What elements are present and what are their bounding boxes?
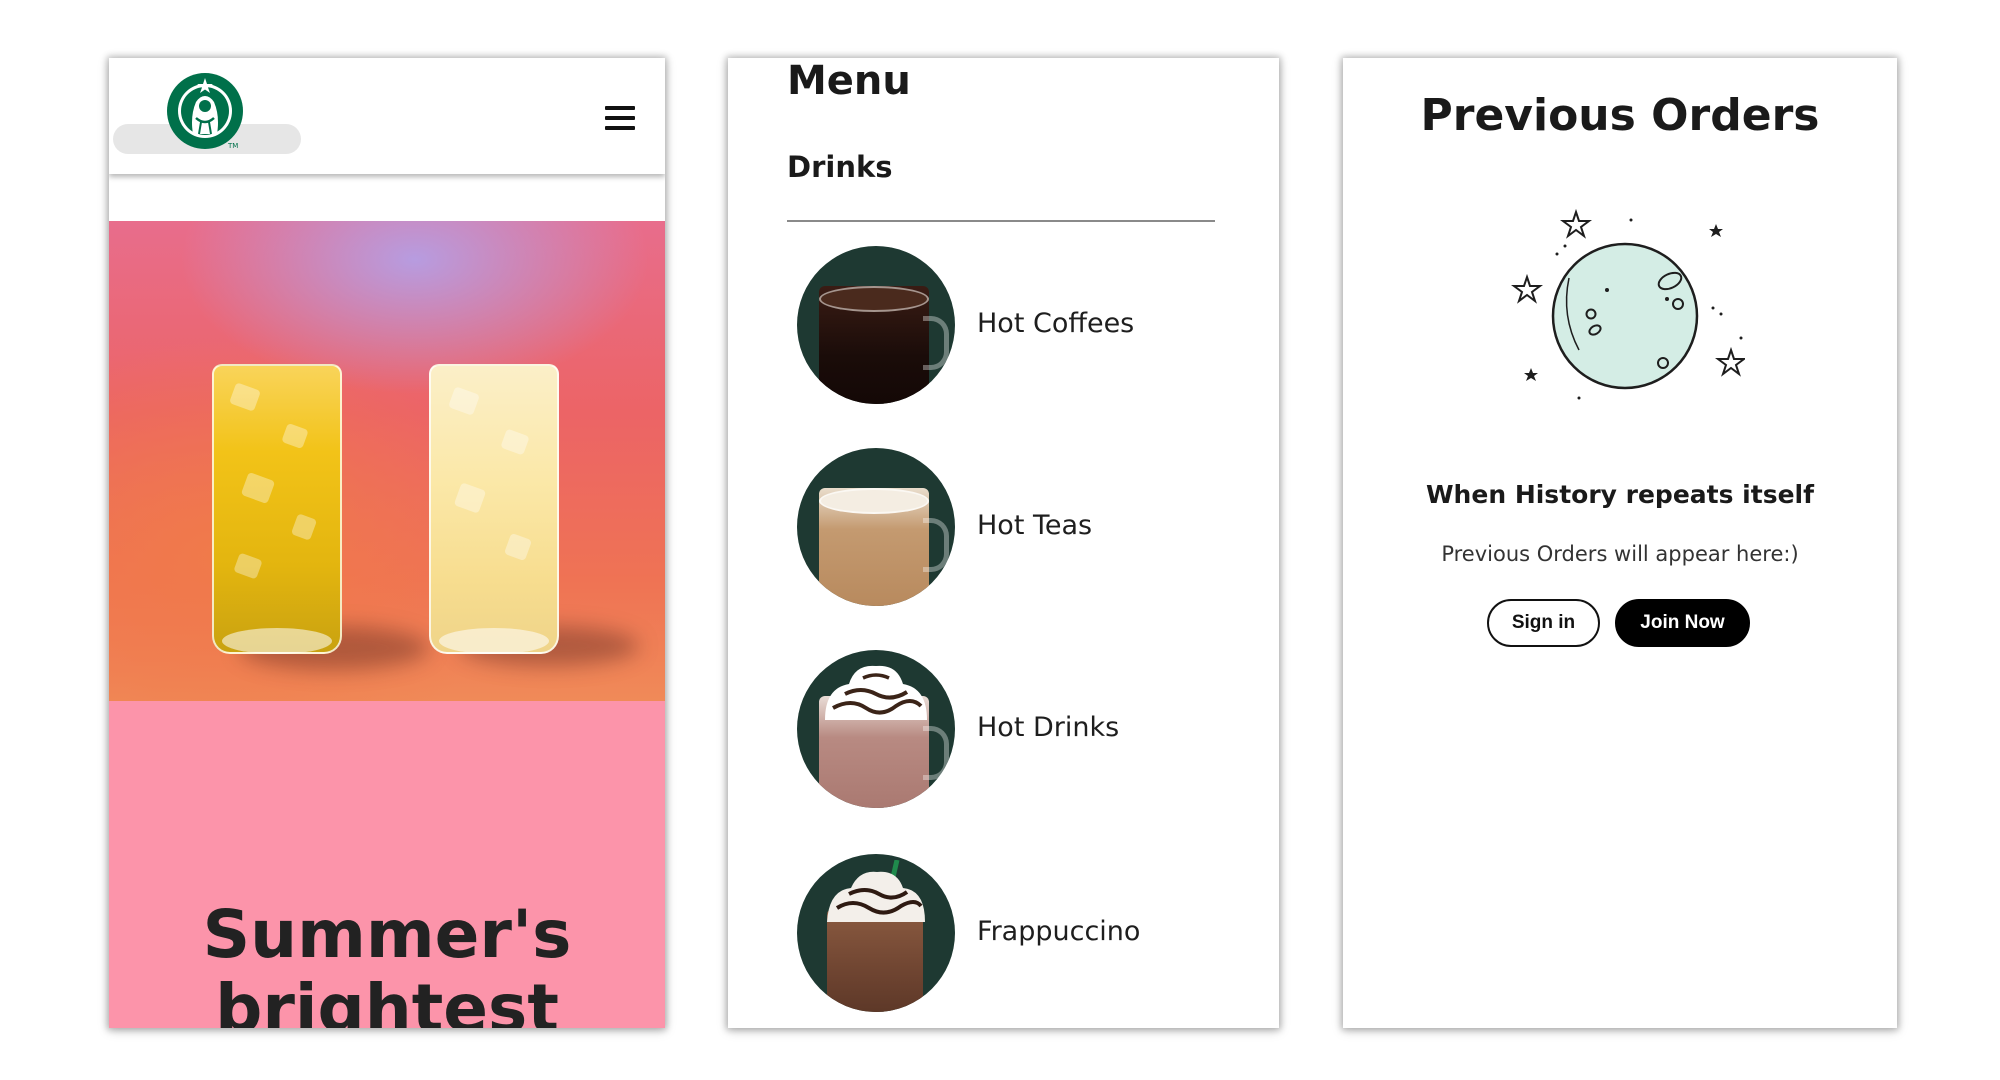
hot-chocolate-image [797,650,955,808]
headline-line-1: Summer's [202,896,572,973]
menu-title: Menu [787,58,911,104]
whipped-cream-icon [825,665,927,720]
hamburger-menu-icon[interactable] [605,106,635,132]
promo-headline: Summer's brightest [109,896,665,1029]
starbucks-logo[interactable]: TM [166,72,244,150]
yellow-refresher-glass [212,364,342,654]
page-title: Previous Orders [1420,90,1820,141]
menu-screen: Menu Drinks Hot Coffees Hot Teas Hot Dri… [728,58,1279,1028]
section-divider [787,220,1215,222]
moon-stars-icon [1511,208,1745,400]
sign-in-button[interactable]: Sign in [1487,599,1600,647]
home-screen: TM Summer's brightest [109,58,665,1028]
cream-refresher-glass [429,364,559,654]
home-header: TM [109,58,665,174]
menu-item-label: Hot Teas [977,510,1093,541]
menu-item-frappuccino[interactable]: Frappuccino [797,854,1237,1014]
frappuccino-image [797,854,955,1012]
frappuccino-topping-icon [827,860,925,922]
headline-line-2: brightest [215,970,559,1029]
hero-banner-image [109,221,665,701]
join-now-button[interactable]: Join Now [1615,599,1750,647]
menu-item-label: Hot Drinks [977,712,1120,743]
hot-tea-image [797,448,955,606]
drinks-section-title: Drinks [787,150,893,184]
hot-coffee-image [797,246,955,404]
menu-item-label: Hot Coffees [977,308,1135,339]
menu-item-hot-coffees[interactable]: Hot Coffees [797,246,1237,406]
previous-orders-screen: Previous Orders When History repeats its… [1343,58,1897,1028]
menu-item-hot-drinks[interactable]: Hot Drinks [797,650,1237,810]
empty-state-heading: When History repeats itself [1425,480,1814,509]
menu-item-label: Frappuccino [977,916,1141,947]
menu-item-hot-teas[interactable]: Hot Teas [797,448,1237,608]
svg-text:TM: TM [227,142,238,150]
empty-state-message: Previous Orders will appear here:) [1441,542,1799,566]
